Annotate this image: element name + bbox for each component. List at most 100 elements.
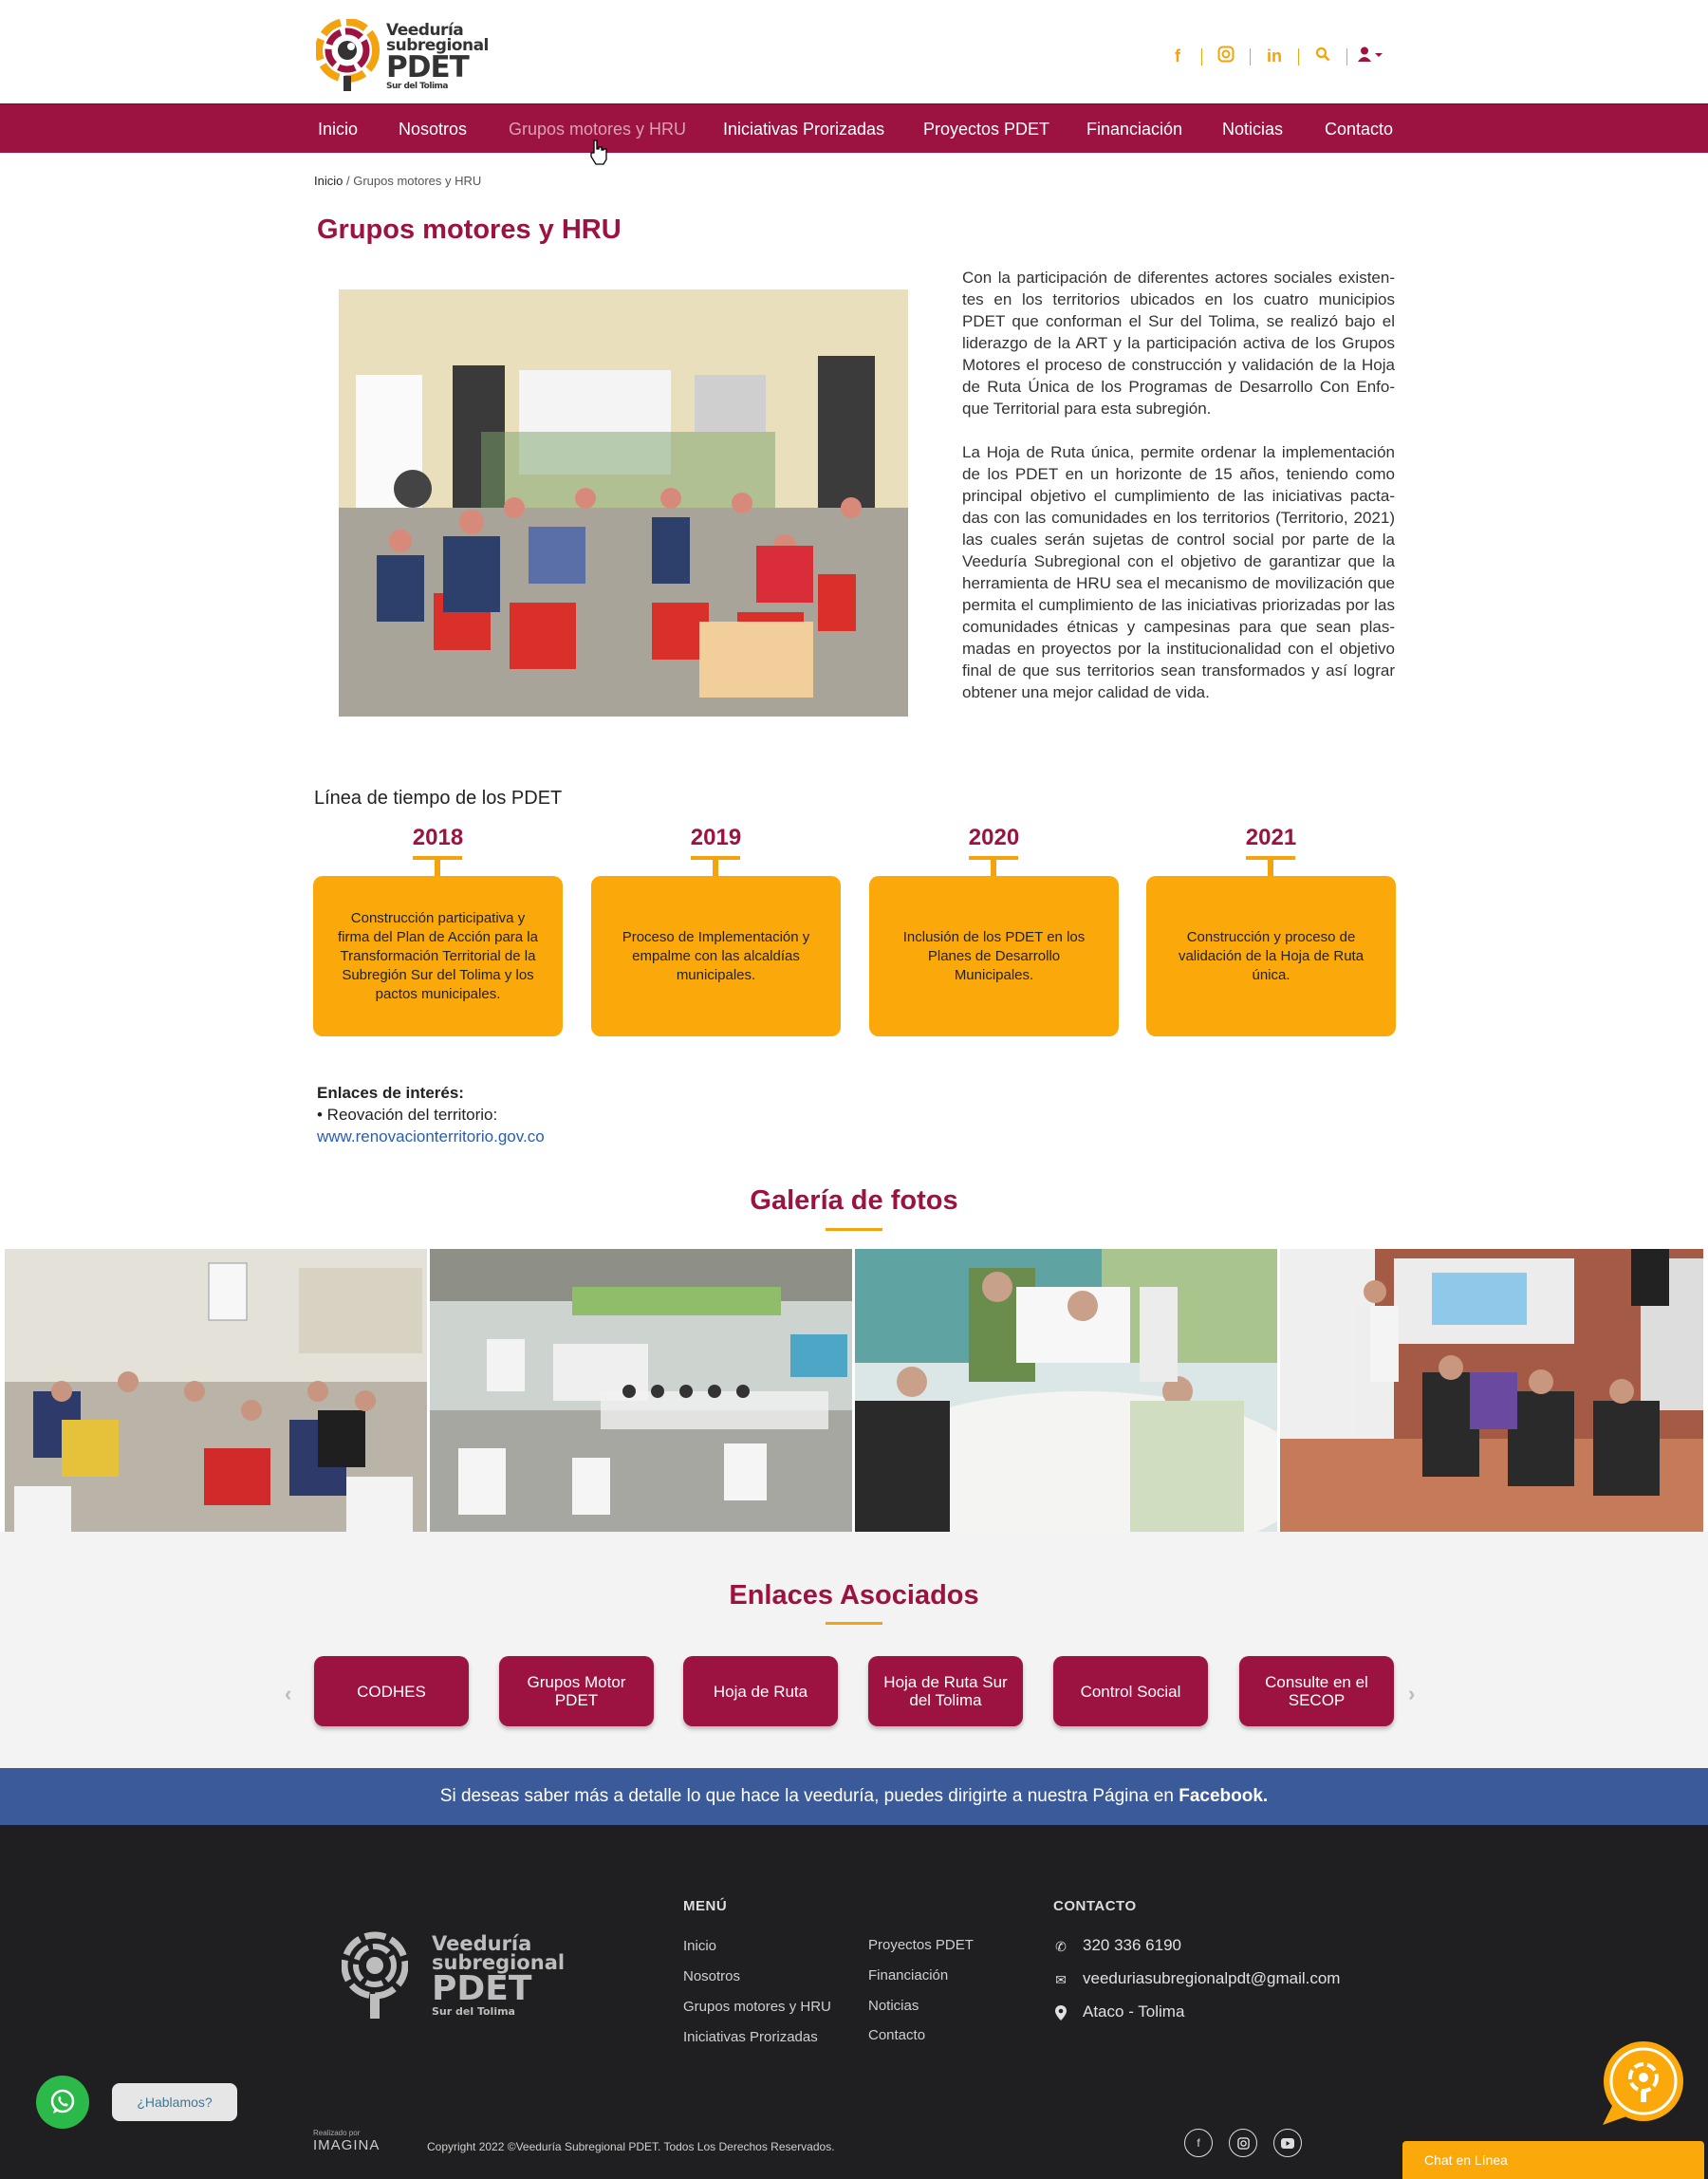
- footer-link-financiacion[interactable]: Financiación: [868, 1967, 948, 1983]
- intro-paragraph-1: Con la participación de diferentes actor…: [962, 269, 1395, 418]
- envelope-icon: ✉: [1055, 1972, 1067, 1987]
- whatsapp-icon: [50, 2089, 75, 2114]
- gallery-photo-4[interactable]: [1280, 1249, 1703, 1532]
- logo-text: Veeduría subregional PDET Sur del Tolima: [386, 23, 489, 92]
- phone-icon: ✆: [1055, 1939, 1067, 1954]
- assoc-button-codhes[interactable]: CODHES: [314, 1656, 469, 1726]
- footer-menu-heading: MENÚ: [683, 1898, 728, 1914]
- timeline-card: Construcción participativa y firma del P…: [313, 876, 563, 1036]
- logo-line-4: Sur del Tolima: [386, 82, 448, 91]
- footer-facebook-icon[interactable]: f: [1184, 2129, 1213, 2157]
- nav-iniciativas[interactable]: Iniciativas Prorizadas: [723, 120, 884, 140]
- nav-proyectos[interactable]: Proyectos PDET: [923, 120, 1049, 140]
- timeline-card: Inclusión de los PDET en los Planes de D…: [869, 876, 1119, 1036]
- title-underline: [826, 1622, 882, 1625]
- footer-email[interactable]: veeduriasubregionalpdt@gmail.com: [1083, 1969, 1340, 1988]
- footer-instagram-icon[interactable]: [1229, 2129, 1257, 2157]
- timeline-card: Proceso de Implementación y empalme con …: [591, 876, 841, 1036]
- timeline-year: 2020: [968, 825, 1020, 850]
- renovacion-territorio-link[interactable]: www.renovacionterritorio.gov.co: [317, 1126, 545, 1147]
- page-title: Grupos motores y HRU: [317, 214, 622, 245]
- footer-location: Ataco - Tolima: [1083, 2002, 1185, 2021]
- timeline-connector: [969, 856, 1018, 877]
- copyright-text: Copyright 2022 ©Veeduría Subregional PDE…: [427, 2140, 835, 2153]
- facebook-link[interactable]: Facebook.: [1179, 1786, 1268, 1806]
- main-nav: Inicio Nosotros Grupos motores y HRU Ini…: [0, 103, 1708, 153]
- nav-inicio[interactable]: Inicio: [318, 120, 358, 140]
- whatsapp-prompt[interactable]: ¿Hablamos?: [112, 2083, 237, 2121]
- carousel-next-icon[interactable]: ›: [1408, 1682, 1415, 1706]
- imagina-logo: IMAGINA: [313, 2137, 381, 2153]
- timeline-card: Construcción y proceso de validación de …: [1146, 876, 1396, 1036]
- intro-paragraph-2: La Hoja de Ruta única, permite ordenar l…: [962, 443, 1395, 701]
- breadcrumb-separator: /: [343, 174, 354, 188]
- assoc-button-secop[interactable]: Consulte en el SECOP: [1239, 1656, 1394, 1726]
- gallery-title: Galería de fotos: [750, 1185, 958, 1216]
- assoc-button-hoja-de-ruta[interactable]: Hoja de Ruta: [683, 1656, 838, 1726]
- footer-contact-heading: CONTACTO: [1053, 1898, 1137, 1914]
- links-item-label: • Reovación del territorio:: [317, 1106, 498, 1124]
- nav-financiacion[interactable]: Financiación: [1086, 120, 1182, 140]
- made-by-label: Realizado por: [313, 2129, 361, 2137]
- map-pin-icon: [1052, 2005, 1069, 2023]
- footer-link-inicio[interactable]: Inicio: [683, 1938, 716, 1954]
- made-by[interactable]: Realizado por IMAGINA: [313, 2129, 380, 2153]
- breadcrumb-current: Grupos motores y HRU: [353, 174, 482, 188]
- title-underline: [826, 1228, 882, 1231]
- nav-noticias[interactable]: Noticias: [1222, 120, 1283, 140]
- associated-links-title: Enlaces Asociados: [729, 1580, 979, 1611]
- timeline-year: 2018: [412, 825, 464, 850]
- timeline-connector: [1246, 856, 1295, 877]
- breadcrumb: Inicio / Grupos motores y HRU: [314, 174, 481, 188]
- timeline-connector: [691, 856, 740, 877]
- footer-logo-text: Veeduría subregional PDET Sur del Tolima: [432, 1934, 565, 2018]
- facebook-icon[interactable]: f: [1154, 47, 1201, 66]
- timeline-year: 2019: [690, 825, 742, 850]
- footer-link-nosotros[interactable]: Nosotros: [683, 1968, 740, 1984]
- carousel-prev-icon[interactable]: ‹: [285, 1682, 291, 1706]
- facebook-banner: Si deseas saber más a detalle lo que hac…: [0, 1768, 1708, 1825]
- timeline-year: 2021: [1245, 825, 1297, 850]
- intro-text: Con la participación de diferentes actor…: [962, 267, 1395, 725]
- gallery-photo-2[interactable]: [430, 1249, 852, 1532]
- footer-youtube-icon[interactable]: [1273, 2129, 1302, 2157]
- chat-bubble-icon[interactable]: [1601, 2039, 1686, 2129]
- links-heading: Enlaces de interés:: [317, 1084, 464, 1102]
- linkedin-icon[interactable]: in: [1251, 47, 1298, 66]
- footer-logo-icon: [342, 1931, 408, 2019]
- footer-link-proyectos[interactable]: Proyectos PDET: [868, 1937, 974, 1953]
- footer-phone[interactable]: 320 336 6190: [1083, 1936, 1181, 1955]
- logo-eye-icon: [316, 19, 380, 91]
- footer-link-contacto[interactable]: Contacto: [868, 2027, 925, 2043]
- header-social-links: f in: [1154, 46, 1395, 67]
- timeline-title: Línea de tiempo de los PDET: [314, 788, 563, 809]
- footer-link-noticias[interactable]: Noticias: [868, 1998, 919, 2014]
- chat-online-bar[interactable]: Chat en Línea: [1402, 2141, 1704, 2179]
- whatsapp-button[interactable]: [36, 2076, 89, 2129]
- footer-logo-line-3: PDET: [432, 1969, 532, 2008]
- meeting-photo: [339, 289, 908, 717]
- links-of-interest: Enlaces de interés: • Reovación del terr…: [317, 1082, 545, 1147]
- nav-grupos-motores[interactable]: Grupos motores y HRU: [509, 120, 686, 140]
- nav-contacto[interactable]: Contacto: [1325, 120, 1393, 140]
- gallery-photo-3[interactable]: [855, 1249, 1277, 1532]
- search-icon[interactable]: [1299, 47, 1346, 66]
- instagram-icon[interactable]: [1202, 46, 1250, 67]
- hand-cursor-icon: [590, 140, 607, 165]
- nav-nosotros[interactable]: Nosotros: [399, 120, 467, 140]
- assoc-button-hoja-ruta-sur[interactable]: Hoja de Ruta Sur del Tolima: [868, 1656, 1023, 1726]
- associated-links-section: [0, 1532, 1708, 1769]
- user-menu-icon[interactable]: [1347, 47, 1395, 66]
- gallery-photo-1[interactable]: [5, 1249, 427, 1532]
- facebook-banner-text: Si deseas saber más a detalle lo que hac…: [439, 1786, 1179, 1806]
- assoc-button-control-social[interactable]: Control Social: [1053, 1656, 1208, 1726]
- site-footer: Veeduría subregional PDET Sur del Tolima…: [0, 1825, 1708, 2179]
- footer-link-grupos[interactable]: Grupos motores y HRU: [683, 1999, 831, 2015]
- breadcrumb-home[interactable]: Inicio: [314, 174, 343, 188]
- footer-logo-line-4: Sur del Tolima: [432, 2005, 515, 2018]
- footer-link-iniciativas[interactable]: Iniciativas Prorizadas: [683, 2029, 818, 2045]
- timeline-connector: [413, 856, 462, 877]
- site-logo[interactable]: Veeduría subregional PDET Sur del Tolima: [316, 19, 489, 93]
- footer-logo-line-1: Veeduría: [432, 1932, 532, 1955]
- assoc-button-grupos-motor[interactable]: Grupos Motor PDET: [499, 1656, 654, 1726]
